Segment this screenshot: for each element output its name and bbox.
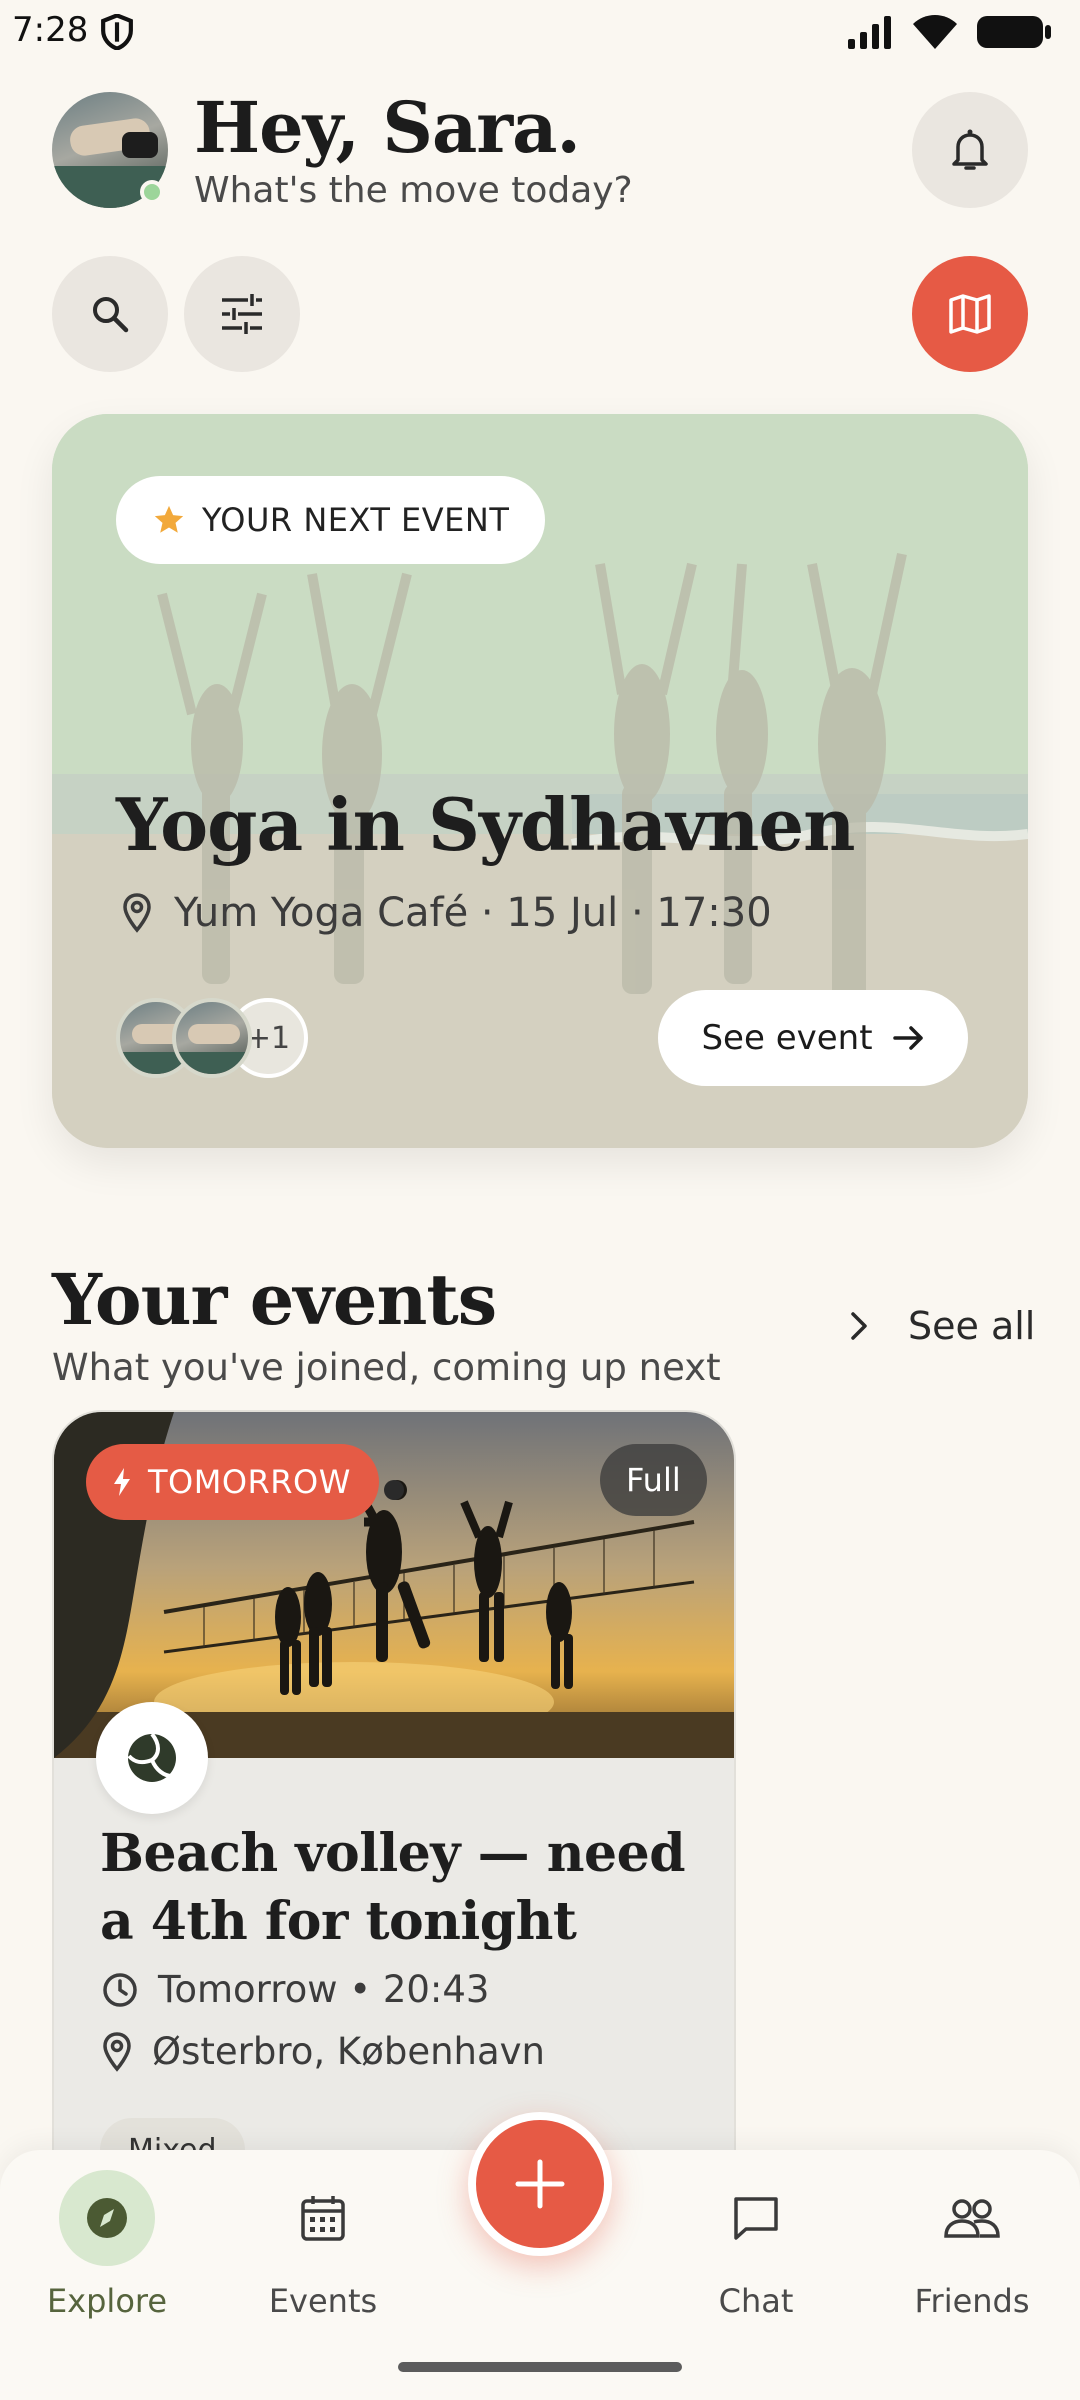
signal-icon bbox=[848, 16, 891, 49]
nav-friends-label: Friends bbox=[914, 2282, 1030, 2320]
volleyball-icon bbox=[96, 1702, 208, 1814]
nav-events-label: Events bbox=[268, 2282, 378, 2320]
nav-explore[interactable]: Explore bbox=[22, 2170, 192, 2320]
greeting-title: Hey, Sara. bbox=[194, 86, 581, 169]
nav-chat-icon-wrap bbox=[708, 2170, 804, 2266]
arrow-right-icon bbox=[892, 1026, 923, 1050]
nav-explore-icon-wrap bbox=[59, 2170, 155, 2266]
event-time: Tomorrow • 20:43 bbox=[158, 1968, 490, 2011]
map-icon bbox=[949, 294, 991, 334]
calendar-icon bbox=[301, 2196, 345, 2241]
clock-icon bbox=[103, 1972, 137, 2007]
your-events-title: Your events bbox=[52, 1258, 497, 1341]
wifi-icon bbox=[913, 15, 957, 49]
see-event-button[interactable]: See event bbox=[658, 990, 968, 1086]
battery-icon bbox=[977, 16, 1051, 48]
see-event-label: See event bbox=[701, 1018, 873, 1058]
next-event-badge-label: YOUR NEXT EVENT bbox=[202, 501, 510, 539]
plus-icon bbox=[515, 2159, 565, 2209]
lightning-icon bbox=[114, 1468, 130, 1496]
location-pin-icon bbox=[123, 893, 151, 933]
filter-button[interactable] bbox=[184, 256, 300, 372]
event-location-row: Østerbro, København bbox=[102, 2030, 545, 2073]
next-event-card[interactable]: YOUR NEXT EVENT Yoga in Sydhavnen Yum Yo… bbox=[52, 414, 1028, 1148]
nav-events-icon-wrap bbox=[275, 2170, 371, 2266]
attendee-avatar bbox=[172, 998, 252, 1078]
search-button[interactable] bbox=[52, 256, 168, 372]
next-event-badge: YOUR NEXT EVENT bbox=[116, 476, 546, 564]
home-indicator[interactable] bbox=[398, 2362, 682, 2372]
greeting-subtitle: What's the move today? bbox=[194, 170, 633, 211]
map-button[interactable] bbox=[912, 256, 1028, 372]
nav-chat-label: Chat bbox=[718, 2282, 794, 2320]
search-icon bbox=[93, 297, 129, 333]
tomorrow-badge: TOMORROW bbox=[86, 1444, 379, 1520]
see-all-link[interactable]: See all bbox=[850, 1304, 1035, 1348]
next-event-meta-text: Yum Yoga Café · 15 Jul · 17:30 bbox=[174, 890, 772, 936]
nav-chat[interactable]: Chat bbox=[671, 2170, 841, 2320]
star-icon bbox=[154, 505, 184, 533]
friends-icon bbox=[944, 2199, 1000, 2238]
chevron-right-icon bbox=[851, 1312, 867, 1340]
see-all-label: See all bbox=[908, 1304, 1036, 1348]
nav-events[interactable]: Events bbox=[238, 2170, 408, 2320]
chat-icon bbox=[734, 2197, 778, 2240]
status-time: 7:28 bbox=[12, 10, 89, 50]
create-event-button[interactable] bbox=[468, 2112, 612, 2256]
nav-explore-label: Explore bbox=[46, 2282, 168, 2320]
event-time-row: Tomorrow • 20:43 bbox=[102, 1968, 489, 2011]
event-location: Østerbro, København bbox=[152, 2030, 545, 2073]
status-bar: 7:28 bbox=[0, 0, 1080, 64]
next-event-title: Yoga in Sydhavnen bbox=[116, 782, 856, 867]
nav-friends-icon-wrap bbox=[924, 2170, 1020, 2266]
full-status-badge: Full bbox=[600, 1444, 707, 1516]
next-event-meta: Yum Yoga Café · 15 Jul · 17:30 bbox=[122, 890, 772, 936]
sliders-icon bbox=[222, 294, 262, 334]
event-title: Beach volley — need a 4th for tonight bbox=[100, 1823, 686, 1952]
bell-icon bbox=[952, 129, 988, 170]
nav-friends[interactable]: Friends bbox=[887, 2170, 1057, 2320]
your-events-subtitle: What you've joined, coming up next bbox=[52, 1346, 721, 1389]
compass-icon bbox=[87, 2198, 127, 2238]
online-indicator bbox=[140, 180, 164, 204]
tomorrow-badge-label: TOMORROW bbox=[148, 1463, 351, 1501]
shield-icon bbox=[101, 14, 133, 50]
location-pin-icon bbox=[103, 2031, 131, 2072]
attendee-avatars[interactable]: +1 bbox=[116, 998, 308, 1078]
notifications-button[interactable] bbox=[912, 92, 1028, 208]
status-icons bbox=[846, 12, 1052, 52]
